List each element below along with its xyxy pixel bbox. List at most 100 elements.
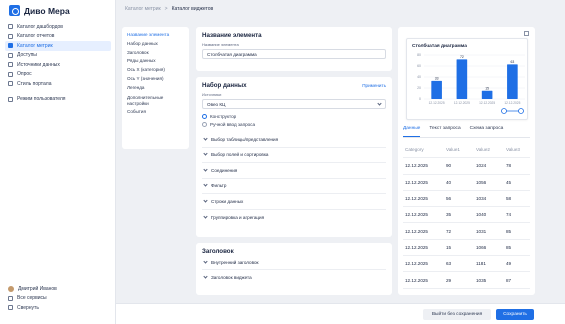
mode-constructor-option[interactable]: Конструктор <box>202 114 386 119</box>
element-name-input[interactable]: Столбчатая диаграмма <box>202 49 386 59</box>
accordion-inner-header[interactable]: Внутренний заголовок <box>202 255 386 270</box>
sidebar-item-metrics[interactable]: Каталог метрик <box>5 41 111 51</box>
field-label: Название элемента <box>202 42 239 47</box>
table-row: 12.12.2025 56 1034 58 <box>403 191 530 208</box>
chart-card: Столбчатая диаграмма 80 60 40 20 0 33 12.12.20… <box>406 38 528 120</box>
bar <box>481 90 493 99</box>
y-tick-label: 60 <box>417 64 421 68</box>
tab-query-schema[interactable]: Схема запроса <box>470 126 504 137</box>
sidebar: Диво Мера Каталог дашбордов Каталог отче… <box>0 0 116 324</box>
metrics-icon <box>8 43 13 49</box>
accordion-data-rows[interactable]: Строки данных <box>202 194 386 210</box>
sidebar-item-datasources[interactable]: Источники данных <box>5 60 111 70</box>
y-tick-label: 0 <box>419 97 421 101</box>
bar <box>431 80 442 99</box>
section-title: Заголовок <box>202 248 234 255</box>
data-label: 72 <box>460 55 464 59</box>
data-label: 33 <box>435 76 439 80</box>
accordion-joins[interactable]: Соединения <box>202 163 386 179</box>
x-tick-label: 12.12.2025 <box>504 101 520 105</box>
radio-checked <box>202 114 207 119</box>
sidebar-item-reports[interactable]: Каталог отчетов <box>5 32 111 42</box>
sidebar-bottom: Дмитрий Иванов Все сервисы Свернуть <box>5 284 111 313</box>
table-row: 12.12.2025 35 1040 74 <box>403 207 530 224</box>
mode-manual-option[interactable]: Ручной ввод запроса <box>202 122 386 127</box>
y-tick-label: 40 <box>417 75 421 79</box>
table-header: Category Value1 Value2 Value3 <box>403 142 530 159</box>
table-row: 12.12.2025 40 1056 45 <box>403 175 530 191</box>
settings-nav-item[interactable]: Название элемента <box>127 31 184 40</box>
dataset-section: Набор данных Применить Источники Овео КЦ… <box>196 77 392 237</box>
user-mode-toggle[interactable]: Режим пользователя <box>5 95 111 105</box>
settings-nav-item[interactable]: Ряды данных <box>127 57 184 66</box>
bar <box>456 59 468 99</box>
settings-nav-item[interactable]: Заголовок <box>127 49 184 58</box>
sidebar-item-access[interactable]: Доступы <box>5 51 111 61</box>
settings-nav-item[interactable]: Дополнительные настройки <box>127 95 184 107</box>
app-name: Диво Мера <box>24 5 70 16</box>
x-tick-label: 12.12.2025 <box>479 101 495 105</box>
chevron-down-icon <box>203 258 208 264</box>
element-name-section: Название элемента Название элемента Стол… <box>196 27 392 71</box>
chevron-down-icon <box>203 274 208 279</box>
all-services-link[interactable]: Все сервисы <box>5 294 111 304</box>
save-button[interactable]: Сохранить <box>496 309 534 320</box>
table-row: 12.12.2025 15 1066 85 <box>403 240 530 257</box>
settings-nav: Название элемента Набор данных Заголовок… <box>122 27 189 149</box>
breadcrumb-parent[interactable]: Каталог метрик <box>125 6 161 12</box>
radio-unchecked <box>202 122 207 127</box>
chevron-down-icon <box>203 167 208 172</box>
chevron-down-icon <box>203 198 208 203</box>
source-select[interactable]: Овео КЦ <box>202 99 386 109</box>
settings-nav-item[interactable]: События <box>127 108 184 117</box>
y-tick-label: 20 <box>417 86 421 90</box>
chevron-down-icon <box>203 151 208 156</box>
database-icon <box>8 62 13 68</box>
settings-nav-item[interactable]: Легенда <box>127 84 184 93</box>
x-tick-label: 12.12.2025 <box>454 101 470 105</box>
access-icon <box>8 52 13 58</box>
data-table: Category Value1 Value2 Value3 12.12.2025… <box>403 142 530 289</box>
section-title: Название элемента <box>202 32 262 39</box>
sidebar-nav: Каталог дашбордов Каталог отчетов Катало… <box>5 22 111 104</box>
breadcrumb-current: Каталог виджетов <box>171 5 214 12</box>
collapse-icon <box>8 305 13 311</box>
x-tick-label: 12.12.2025 <box>429 101 445 105</box>
apply-button[interactable]: Применить <box>362 83 386 88</box>
avatar <box>8 285 14 292</box>
settings-nav-item[interactable]: Ось Y (значения) <box>127 75 184 84</box>
accordion-fields-sort[interactable]: Выбор полей и сортировка <box>202 148 386 163</box>
expand-icon[interactable] <box>524 31 529 36</box>
settings-nav-item[interactable]: Ось X (категория) <box>127 66 184 75</box>
accordion-table-select[interactable]: Выбор таблицы/представления <box>202 132 386 148</box>
user-profile[interactable]: Дмитрий Иванов <box>5 284 111 294</box>
chevron-down-icon <box>203 136 208 141</box>
tab-data[interactable]: Данные <box>403 126 421 137</box>
range-slider-handle <box>518 108 524 114</box>
sidebar-item-survey[interactable]: Опрос <box>5 70 111 80</box>
logo[interactable]: Диво Мера <box>9 5 70 16</box>
accordion-grouping[interactable]: Группировка и агрегация <box>202 210 386 226</box>
palette-icon <box>8 81 13 87</box>
table-row: 12.12.2025 63 1181 49 <box>403 256 530 273</box>
bar <box>507 64 518 99</box>
sidebar-item-dashboards[interactable]: Каталог дашбордов <box>5 22 111 32</box>
breadcrumb-separator: > <box>164 5 168 12</box>
chevron-down-icon <box>203 182 208 187</box>
collapse-sidebar-button[interactable]: Свернуть <box>5 303 111 313</box>
table-row: 12.12.2025 72 1031 85 <box>403 223 530 240</box>
section-title: Набор данных <box>202 82 247 89</box>
exit-without-saving-button[interactable]: Выйти без сохранения <box>423 309 491 320</box>
dashboard-icon <box>8 24 13 30</box>
bar-chart: 80 60 40 20 0 33 12.12.2025 72 12.12.2025 15 12.12… <box>417 53 525 114</box>
y-tick-label: 80 <box>417 53 421 57</box>
sidebar-item-style[interactable]: Стиль портала <box>5 79 111 89</box>
tab-query-text[interactable]: Текст запроса <box>429 126 460 137</box>
breadcrumb: Каталог метрик > Каталог виджетов <box>116 0 565 17</box>
settings-nav-item[interactable]: Набор данных <box>127 40 184 49</box>
accordion-widget-header[interactable]: Заголовок виджета <box>202 270 386 285</box>
accordion-filter[interactable]: Фильтр <box>202 179 386 194</box>
data-label: 15 <box>485 86 489 90</box>
chevron-down-icon <box>377 100 382 106</box>
range-slider-handle <box>501 108 507 114</box>
